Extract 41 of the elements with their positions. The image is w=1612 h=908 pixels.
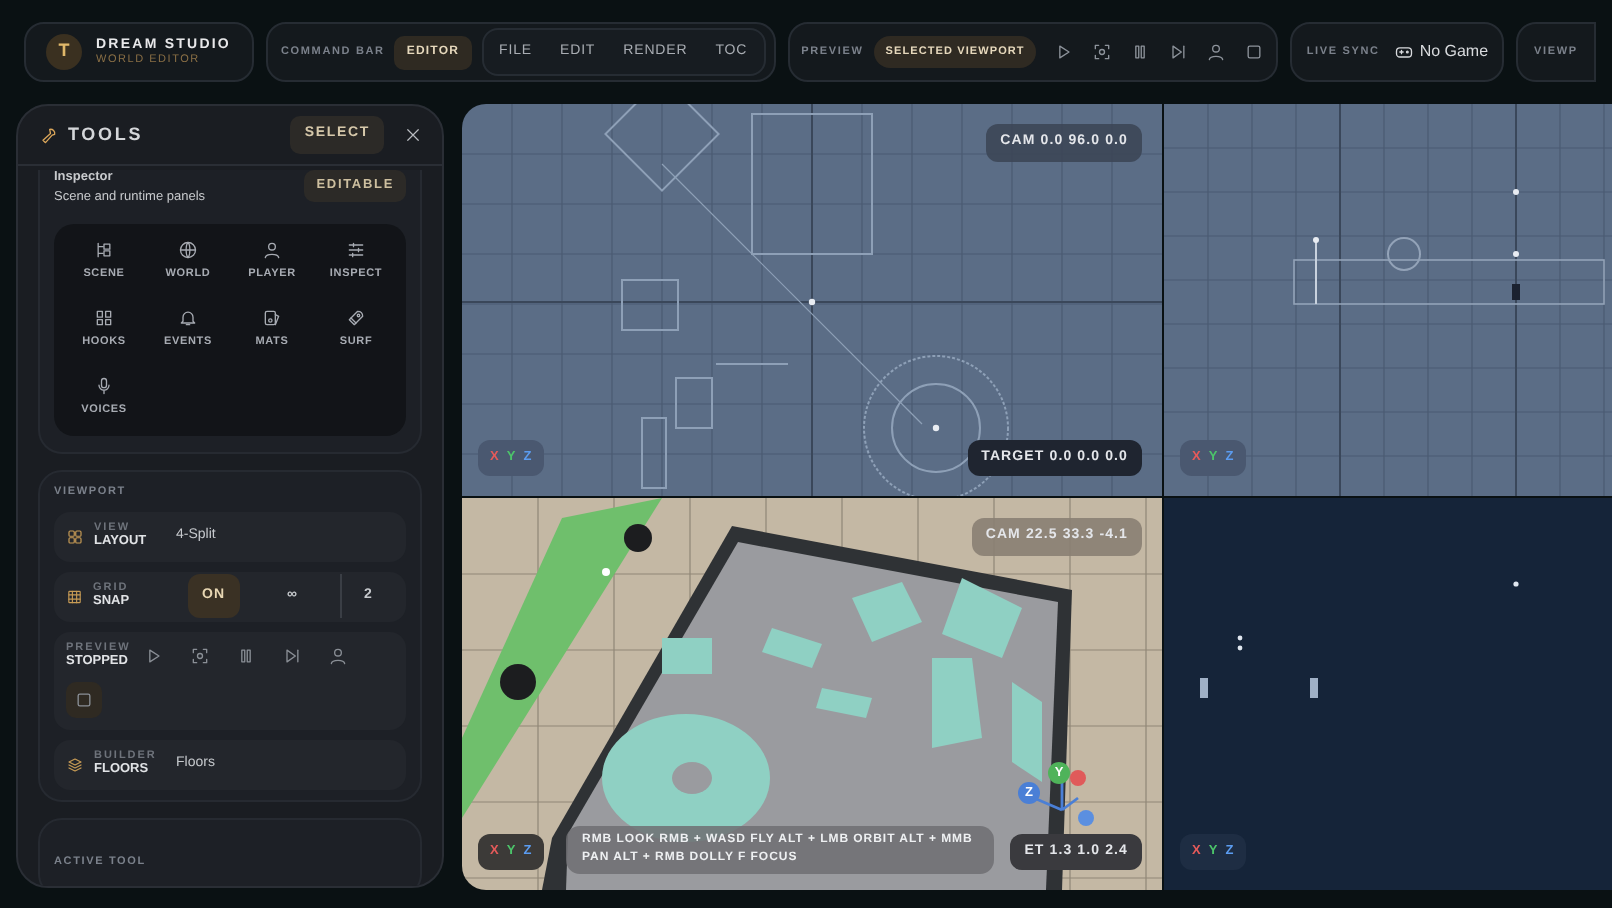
panel-title: TOOLS xyxy=(68,121,144,148)
play-icon xyxy=(1054,42,1075,62)
grid-icon xyxy=(66,587,84,606)
pause-icon xyxy=(1130,42,1151,62)
logo: T xyxy=(46,34,82,70)
microphone-icon xyxy=(94,376,114,397)
preview-control[interactable] xyxy=(144,646,164,667)
layers-icon xyxy=(66,755,84,774)
person-icon xyxy=(262,239,282,260)
tree-icon xyxy=(94,239,114,260)
preview-control[interactable] xyxy=(328,646,348,667)
pause-icon xyxy=(236,646,256,667)
stop-icon xyxy=(74,689,94,710)
bell-icon xyxy=(178,308,198,328)
person-icon xyxy=(1206,42,1227,62)
step-forward-icon xyxy=(282,646,302,667)
toolbar-button[interactable] xyxy=(1130,42,1151,62)
preview-control[interactable] xyxy=(66,681,102,718)
layout-grid-icon xyxy=(66,527,84,546)
globe-icon xyxy=(178,239,198,260)
toolbar-button[interactable] xyxy=(1168,42,1189,62)
toolbar-button[interactable] xyxy=(1054,42,1075,62)
toolbar-button[interactable] xyxy=(1244,42,1265,62)
preview-control[interactable] xyxy=(282,646,302,667)
preview-control[interactable] xyxy=(190,646,210,667)
play-icon xyxy=(144,646,164,667)
stop-icon xyxy=(1244,42,1265,62)
preview-control[interactable] xyxy=(236,646,256,667)
wrench-icon xyxy=(38,125,58,145)
sliders-icon xyxy=(346,239,366,260)
toolbar-button[interactable] xyxy=(1092,42,1113,62)
swatch-icon xyxy=(262,308,282,328)
blocks-icon xyxy=(94,308,114,328)
step-forward-icon xyxy=(1168,42,1189,62)
focus-icon xyxy=(190,646,210,667)
gamepad-icon xyxy=(1393,42,1414,62)
person-icon xyxy=(328,646,348,667)
toolbar-button[interactable] xyxy=(1206,42,1227,62)
focus-icon xyxy=(1092,42,1113,62)
close-button[interactable] xyxy=(404,126,422,144)
game-selector[interactable]: No Game xyxy=(1393,40,1489,64)
